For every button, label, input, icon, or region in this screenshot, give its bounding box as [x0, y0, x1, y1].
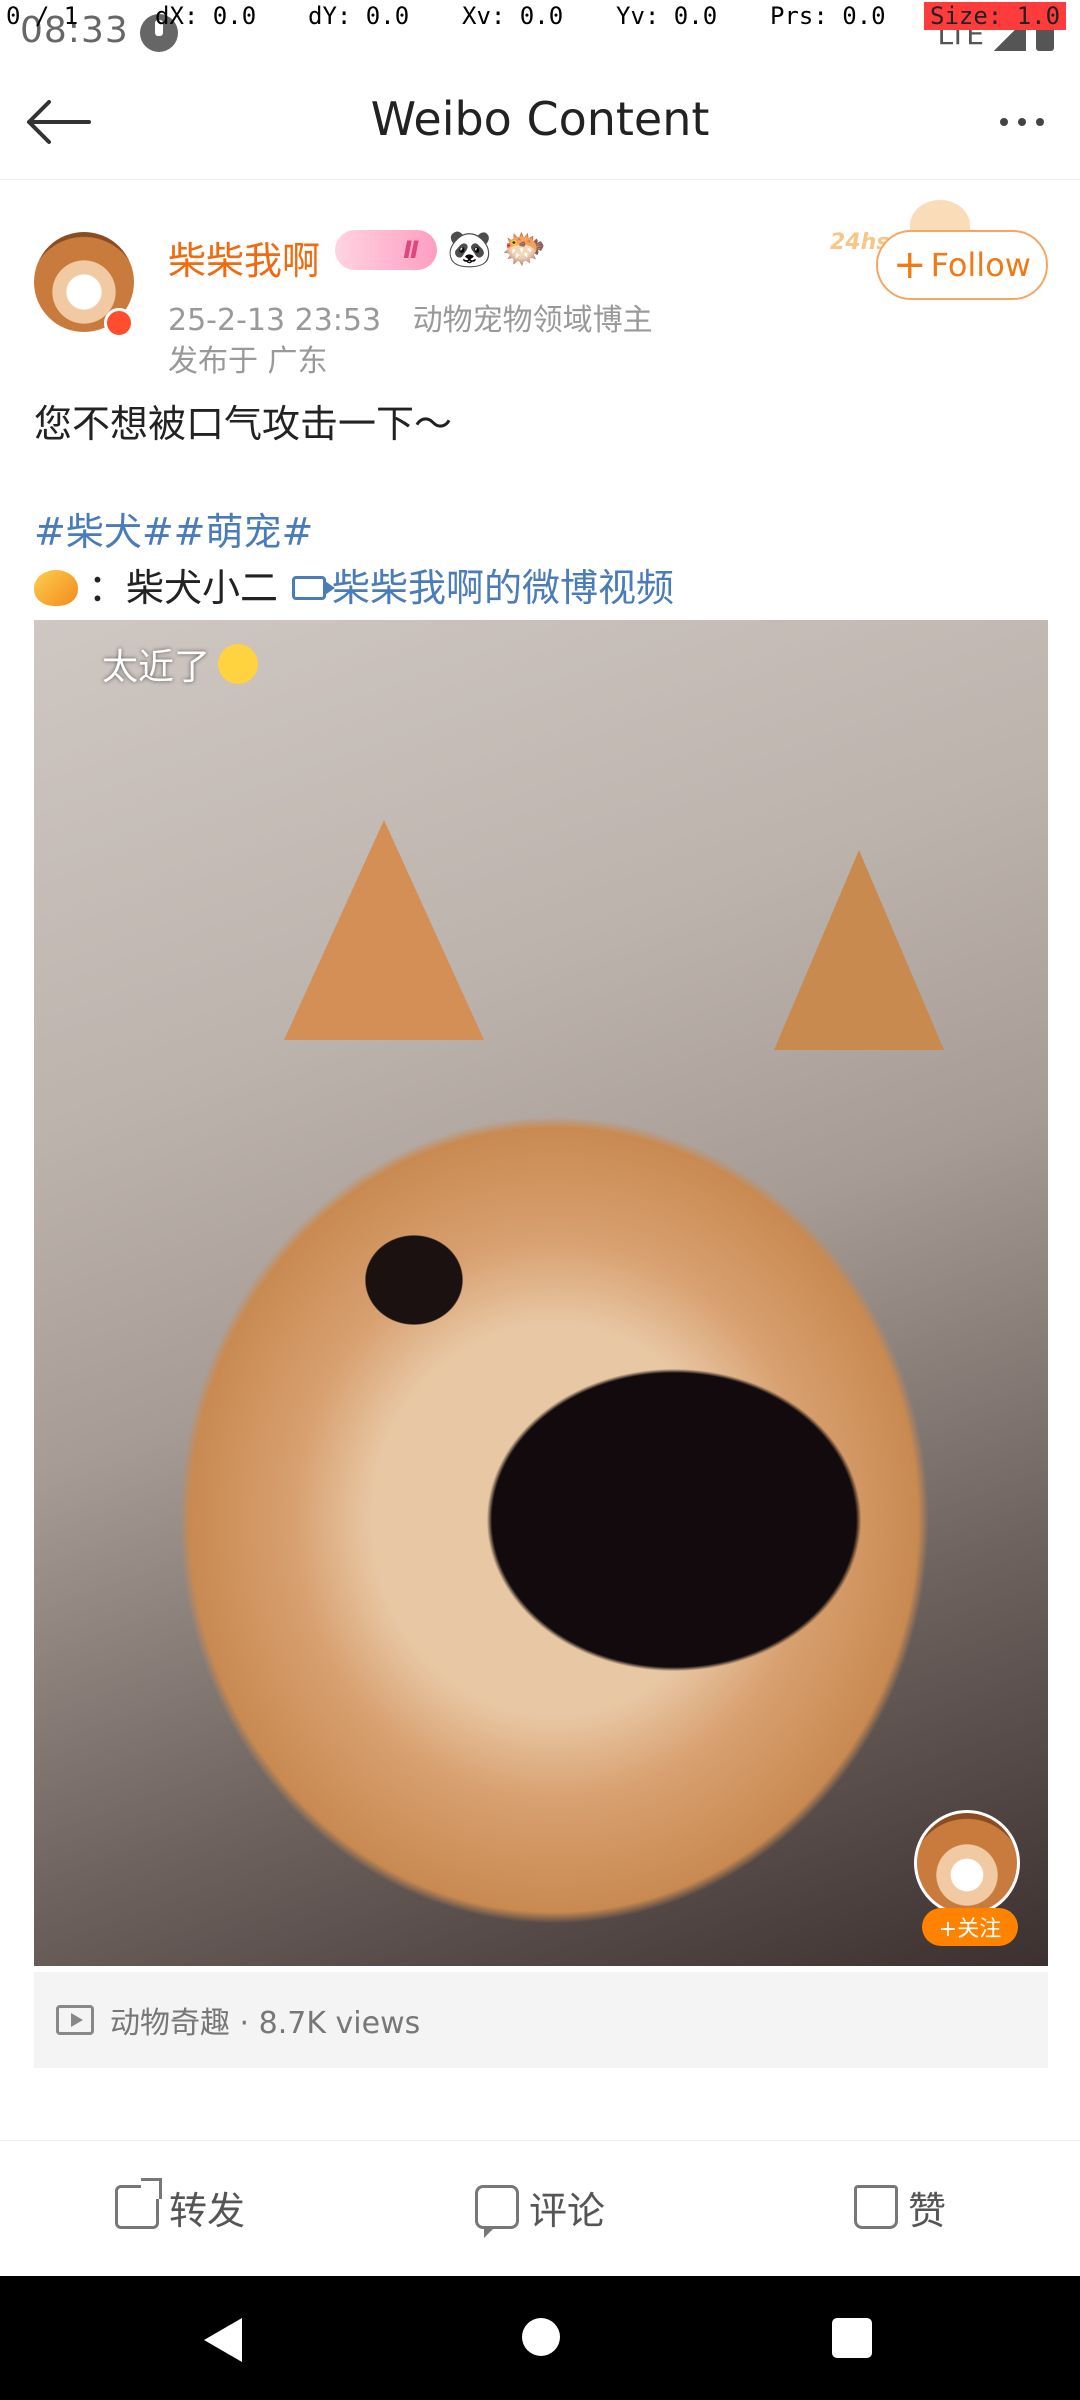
author-name[interactable]: 柴柴我啊: [168, 230, 320, 285]
mango-emoji-icon: [34, 570, 78, 606]
top-app-bar: Weibo Content: [0, 62, 1080, 180]
post-text: 您不想被口气攻击一下～: [34, 402, 453, 446]
follow-button[interactable]: + Follow: [876, 230, 1048, 300]
pointer-debug-overlay: 0 / 1 dX: 0.0 dY: 0.0 Xv: 0.0 Yv: 0.0 Pr…: [0, 0, 1080, 32]
post-datetime: 25-2-13 23:53: [168, 303, 382, 338]
more-dot-icon: [1000, 118, 1008, 126]
laughing-emoji-icon: [218, 644, 259, 684]
video-follow-button[interactable]: +关注: [922, 1908, 1018, 1946]
vip-badge[interactable]: Ⅱ: [335, 230, 437, 270]
debug-yv: Yv: 0.0: [616, 2, 718, 30]
post-source: ： 柴犬小二 柴柴我啊的微博视频: [34, 560, 1044, 616]
panda-badge-icon: 🐼: [447, 229, 492, 270]
plus-icon: +: [893, 242, 927, 288]
system-navigation-bar: [0, 2276, 1080, 2400]
author-badges: Ⅱ 🐼 🐡: [335, 230, 547, 270]
author-tagline: 动物宠物领域博主: [412, 303, 653, 338]
debug-size: Size: 1.0: [924, 2, 1067, 30]
nav-home-icon[interactable]: [522, 2318, 560, 2356]
video-player[interactable]: 太近了 +关注: [34, 620, 1048, 1966]
debug-dx: dX: 0.0: [155, 2, 257, 30]
more-options-button[interactable]: [982, 82, 1062, 162]
more-dot-icon: [1036, 118, 1044, 126]
post-meta: 25-2-13 23:53 动物宠物领域博主: [168, 295, 653, 339]
play-icon: [56, 2005, 94, 2035]
thumbs-up-icon: [853, 2185, 898, 2229]
author-header: 柴柴我啊 Ⅱ 🐼 🐡 25-2-13 23:53 动物宠物领域博主 发布于 广东…: [0, 190, 1080, 379]
video-frame-shape: [284, 820, 484, 1040]
follow-label: Follow: [930, 246, 1031, 284]
video-link[interactable]: 柴柴我啊的微博视频: [292, 560, 674, 616]
comment-button[interactable]: 评论: [360, 2141, 720, 2273]
repost-label: 转发: [168, 2188, 245, 2233]
like-button[interactable]: 赞: [720, 2141, 1080, 2273]
avatar-badge-icon: [104, 308, 134, 338]
video-author-avatar[interactable]: [914, 1810, 1020, 1916]
nav-recents-icon[interactable]: [832, 2318, 872, 2358]
debug-xv: Xv: 0.0: [462, 2, 564, 30]
video-info-strip[interactable]: 动物奇趣 · 8.7K views: [34, 1972, 1048, 2068]
video-frame-shape: [774, 850, 944, 1050]
video-caption-text: 太近了: [102, 647, 211, 688]
video-camera-icon: [292, 576, 336, 600]
source-user[interactable]: 柴犬小二: [126, 560, 278, 616]
video-link-label: 柴柴我啊的微博视频: [332, 566, 675, 610]
debug-prs: Prs: 0.0: [770, 2, 886, 30]
post-action-bar: 转发 评论 赞: [0, 2140, 1080, 2272]
post-location: 发布于 广东: [168, 344, 328, 379]
debug-pointer: 0 / 1: [6, 2, 79, 30]
repost-button[interactable]: 转发: [0, 2141, 360, 2273]
post-text-block: 您不想被口气攻击一下～ #柴犬##萌宠# ： 柴犬小二 柴柴我啊的微博视频: [34, 396, 1044, 616]
fish-badge-icon: 🐡: [501, 229, 547, 270]
more-dot-icon: [1018, 118, 1026, 126]
comment-label: 评论: [528, 2188, 605, 2233]
debug-dy: dY: 0.0: [308, 2, 410, 30]
video-caption: 太近了: [102, 638, 259, 690]
share-icon: [114, 2185, 159, 2229]
video-info-text: 动物奇趣 · 8.7K views: [110, 2006, 421, 2041]
page-title: Weibo Content: [370, 92, 710, 146]
nav-back-icon[interactable]: [204, 2318, 242, 2362]
post-hashtags[interactable]: #柴犬##萌宠#: [34, 504, 1044, 560]
comment-icon: [474, 2185, 519, 2238]
source-separator: ：: [88, 566, 127, 610]
like-label: 赞: [907, 2188, 946, 2233]
